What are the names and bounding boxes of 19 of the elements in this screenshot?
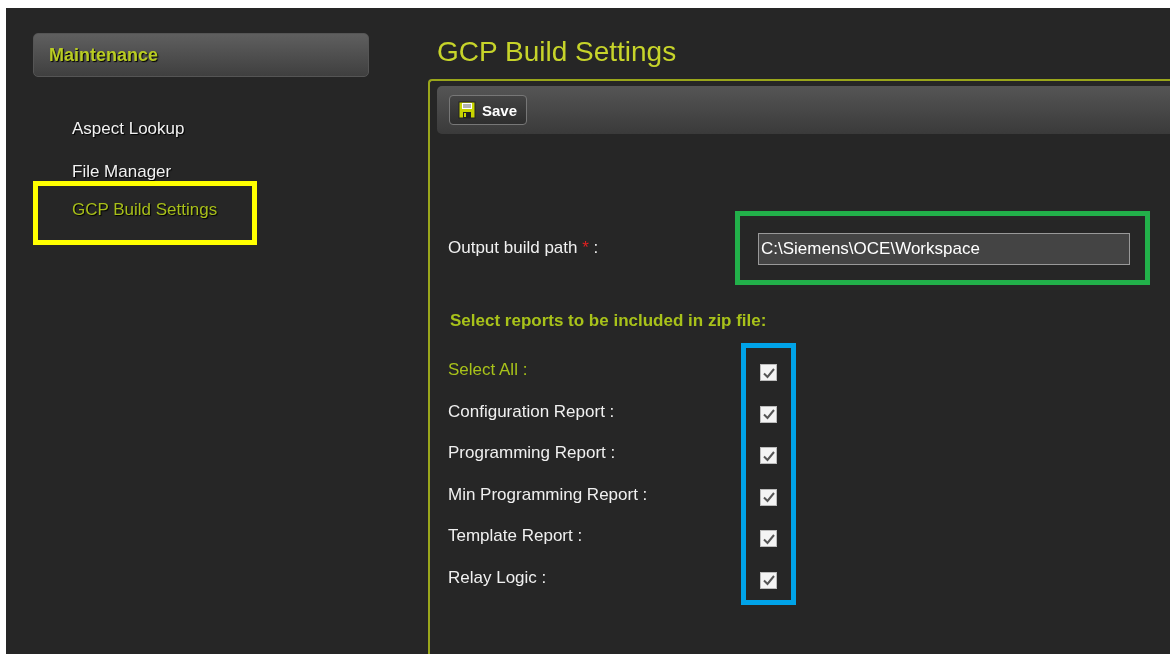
- save-button[interactable]: Save: [449, 95, 528, 125]
- checkbox-label: Programming Report :: [448, 442, 617, 465]
- checkbox[interactable]: [760, 530, 777, 548]
- checkbox-label: Select All :: [448, 359, 529, 381]
- checkbox[interactable]: [760, 488, 777, 506]
- checkbox-label: Configuration Report :: [448, 400, 616, 423]
- page-title: GCP Build Settings: [436, 36, 678, 69]
- checkbox-label: Relay Logic :: [448, 566, 548, 589]
- path-input-field[interactable]: C:\Siemens\OCE\Workspace: [758, 233, 1130, 265]
- checkbox[interactable]: [760, 447, 777, 465]
- sidebar-header: Maintenance: [33, 33, 369, 77]
- checkbox-label: Template Report :: [448, 525, 584, 548]
- sidebar-item[interactable]: Aspect Lookup: [33, 117, 369, 160]
- section-heading: Select reports to be included in zip file:: [449, 310, 768, 332]
- checkbox-label: Min Programming Report :: [448, 483, 649, 506]
- field-label: Output build path * :: [447, 238, 600, 258]
- checkbox[interactable]: [760, 571, 777, 589]
- checkbox[interactable]: [760, 405, 777, 423]
- checkbox[interactable]: [760, 364, 777, 381]
